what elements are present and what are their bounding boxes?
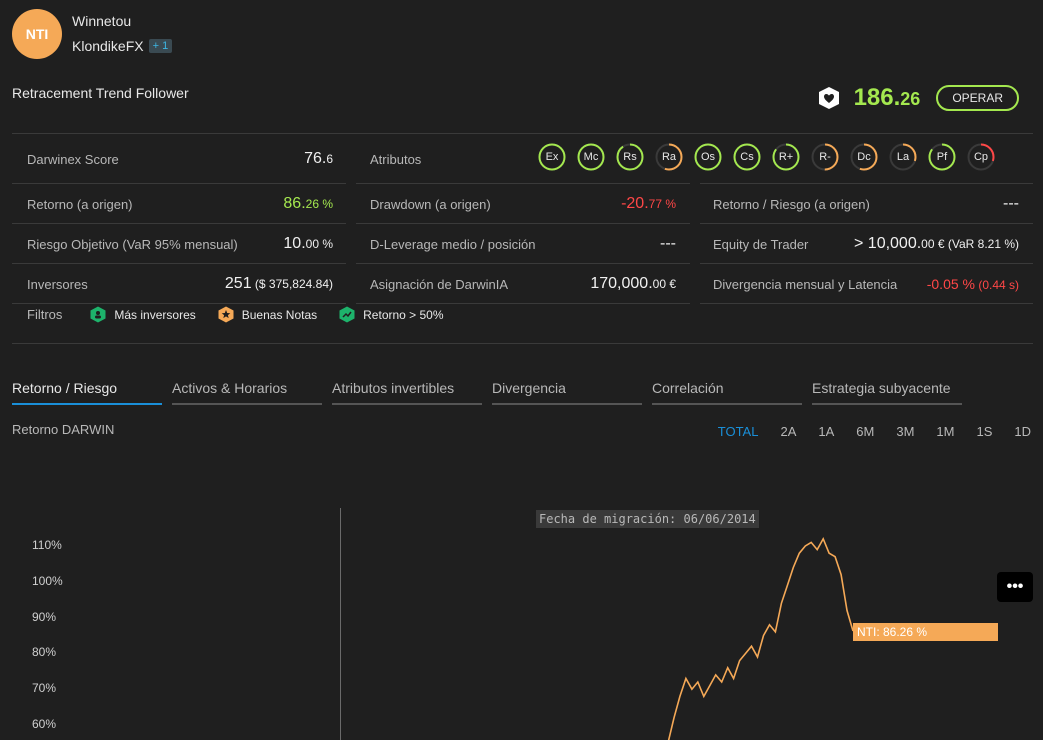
last-value-label: NTI: 86.26 % (853, 623, 998, 641)
series-line-nti (667, 536, 854, 740)
more-options-button[interactable]: ••• (997, 572, 1033, 602)
